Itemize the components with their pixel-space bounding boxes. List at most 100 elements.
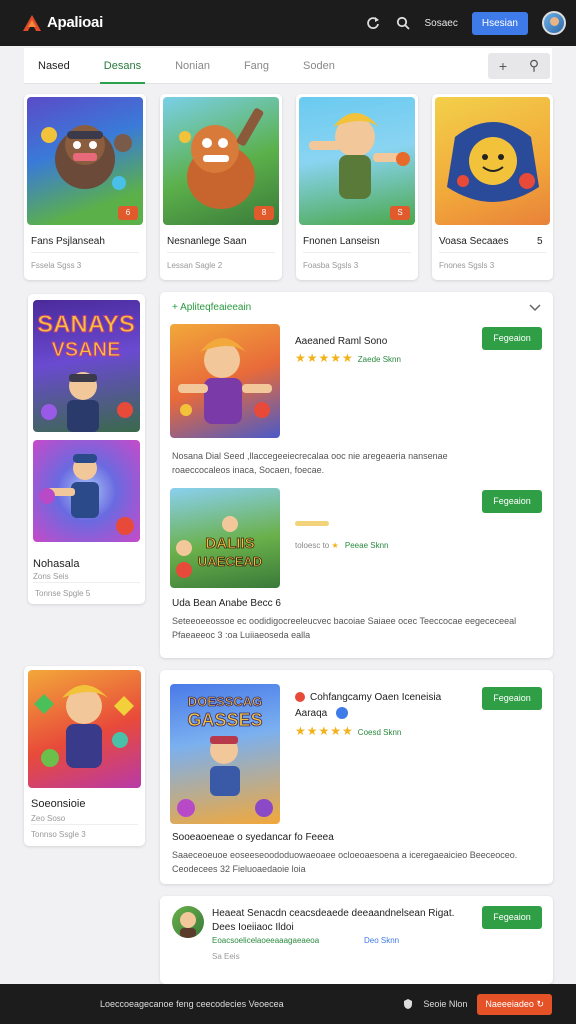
verified-icon	[336, 707, 348, 719]
tab-actions: + ⚲	[488, 52, 550, 79]
star-icon: ★	[331, 541, 339, 550]
plus-icon[interactable]: +	[172, 302, 178, 313]
game-card[interactable]: 6 Fans Psjlanseah Fssela Sgss 3	[24, 94, 146, 280]
top-navigation-bar: Apalioai Sosaec Hsesian	[0, 0, 576, 46]
search-icon[interactable]: ⚲	[529, 57, 539, 74]
game-title: Voasa Secaaes	[439, 236, 509, 247]
game-thumbnail	[33, 440, 140, 542]
featured-meta: toloesc to	[295, 541, 330, 550]
author-avatar[interactable]	[172, 906, 204, 938]
tab-nased[interactable]: Nased	[38, 48, 70, 84]
tab-fang[interactable]: Fang	[244, 48, 269, 84]
plus-icon[interactable]: +	[499, 58, 507, 74]
app-title: Apalioai	[47, 13, 103, 31]
rating-text: Peeae Sknn	[344, 541, 389, 550]
hot-icon	[295, 692, 305, 702]
game-card[interactable]: 8 Nesnanlege Saan Lessan Sagle 2	[160, 94, 282, 280]
featured-thumbnail[interactable]: DALIIS UAECEAD	[170, 488, 280, 588]
poster-art: DALIIS UAECEAD	[176, 516, 263, 578]
promo-title-line2: Aaraqa	[295, 708, 328, 719]
poster-text: GASSES	[187, 710, 262, 730]
promo-card: DOESSCAG GASSES Cohfangcamy Oaen Iceneis…	[160, 670, 553, 884]
side-game-title: Nohasala	[33, 558, 80, 570]
refresh-icon: ↻	[536, 998, 544, 1009]
footer-text: Loeccoeagecanoe feng ceecodecies Veoecea	[100, 999, 284, 1009]
promo-title[interactable]: Cohfangcamy Oaen Iceneisia	[310, 692, 441, 703]
poster-text: SANAYS	[37, 311, 135, 338]
listing-meta-small: Sa Eeis	[212, 952, 240, 961]
featured-action-button[interactable]: Fegeaion	[482, 327, 542, 350]
footer-button-label: Naeeeiadeo	[485, 998, 534, 1009]
header-primary-button[interactable]: Hsesian	[471, 11, 528, 35]
game-thumbnail	[28, 670, 141, 788]
game-title: Fnonen Lanseisn	[303, 236, 380, 247]
game-thumbnail: S	[299, 97, 415, 225]
game-badge: 6	[118, 206, 138, 220]
side-game-meta: Tonnso Ssgle 3	[31, 830, 86, 839]
side-game-title: Soeonsioie	[31, 798, 86, 810]
rating-bar	[295, 521, 329, 526]
game-meta: Lessan Sagle 2	[167, 261, 223, 270]
tab-nonian[interactable]: Nonian	[175, 48, 210, 84]
game-badge: S	[390, 206, 410, 220]
footer-link[interactable]: Seoie Nlon	[423, 999, 467, 1009]
featured-title[interactable]: Uda Bean Anabe Becc 6	[172, 598, 281, 609]
game-thumbnail	[435, 97, 550, 225]
app-logo[interactable]: Apalioai	[22, 13, 103, 33]
game-title: Nesnanlege Saan	[167, 236, 247, 247]
listing-meta-right: Deo Sknn	[364, 936, 400, 945]
poster-text: DALIIS	[205, 535, 254, 552]
game-meta: Fnones Sgsls 3	[439, 261, 495, 270]
user-avatar[interactable]	[542, 11, 566, 35]
category-tabs: Nased Desans Nonian Fang Soden + ⚲	[24, 48, 552, 84]
featured-section: + Apliteqfeaieeain Aaeaned Raml Sono ★★★…	[160, 292, 553, 658]
promo-subtitle: Sooeaoeneae o syedancar fo Feeea	[172, 832, 334, 843]
poster-text: UAECEAD	[198, 554, 262, 569]
chevron-down-icon[interactable]	[529, 304, 541, 312]
game-thumbnail: 6	[27, 97, 143, 225]
listing-card: Heaeat Senacdn ceacsdeaede deeaandnelsea…	[160, 896, 553, 984]
promo-action-button[interactable]: Fegeaion	[482, 687, 542, 710]
listing-title[interactable]: Heaeat Senacdn ceacsdeaede deeaandnelsea…	[212, 908, 482, 919]
rating-text: Coesd Sknn	[357, 728, 402, 737]
game-card[interactable]: Voasa Secaaes 5 Fnones Sgsls 3	[432, 94, 553, 280]
rating-stars: ★★★★★ Coesd Sknn	[295, 724, 402, 738]
header-link[interactable]: Sosaec	[425, 18, 458, 29]
tab-desans[interactable]: Desans	[99, 48, 146, 84]
game-extra: 5	[537, 236, 543, 247]
footer-button[interactable]: Naeeeiadeo ↻	[477, 993, 552, 1015]
side-game-card[interactable]: SANAYS VSANE Nohasala Zons Seis Tonnse S…	[28, 294, 145, 604]
footer-bar: Loeccoeagecanoe feng ceecodecies Veoecea…	[0, 984, 576, 1024]
search-icon[interactable]	[395, 15, 411, 31]
game-meta: Foasba Sgsls 3	[303, 261, 359, 270]
featured-description: Nosana Dial Seed ,llaccegeeiecrecalaa oo…	[172, 451, 448, 475]
game-meta: Fssela Sgss 3	[31, 261, 82, 270]
featured-thumbnail[interactable]	[170, 324, 280, 438]
tab-soden[interactable]: Soden	[303, 48, 335, 84]
listing-action-button[interactable]: Fegeaion	[482, 906, 542, 929]
game-title: Fans Psjlanseah	[31, 236, 105, 247]
side-game-meta: Zons Seis	[33, 572, 69, 581]
side-game-meta: Zeo Soso	[31, 814, 66, 823]
poster-art: SANAYS VSANE	[37, 311, 135, 432]
listing-meta: Eoacsoelicelaoeeaaagaeaeoa	[212, 936, 320, 945]
promo-description: Saaeceoeuoe eoseeseoododuowaeoaee ocloeo…	[172, 850, 518, 874]
game-badge: 8	[254, 206, 274, 220]
shield-icon	[403, 998, 413, 1010]
rating-stars: ★★★★★ Zaede Sknn	[295, 351, 401, 365]
listing-title-line2: Dees Ioeiiaoc Ildoi	[212, 922, 294, 933]
poster-text: VSANE	[52, 339, 121, 361]
refresh-icon[interactable]	[365, 15, 381, 31]
rating-text: Zaede Sknn	[357, 355, 401, 364]
section-title: Apliteqfeaieeain	[180, 302, 252, 313]
game-card[interactable]: S Fnonen Lanseisn Foasba Sgsls 3	[296, 94, 418, 280]
logo-mark-icon	[22, 13, 42, 33]
featured-action-button[interactable]: Fegeaion	[482, 490, 542, 513]
featured-title[interactable]: Aaeaned Raml Sono	[295, 336, 387, 347]
game-thumbnail: SANAYS VSANE	[33, 300, 140, 432]
featured-description: Seteeoeeossoe ec oodidigocreeleucvec bac…	[172, 616, 517, 640]
side-game-meta: Tonnse Spgle 5	[35, 589, 91, 598]
promo-thumbnail[interactable]: DOESSCAG GASSES	[170, 684, 280, 824]
poster-text: DOESSCAG	[188, 694, 262, 709]
side-game-card[interactable]: Soeonsioie Zeo Soso Tonnso Ssgle 3	[24, 666, 145, 846]
